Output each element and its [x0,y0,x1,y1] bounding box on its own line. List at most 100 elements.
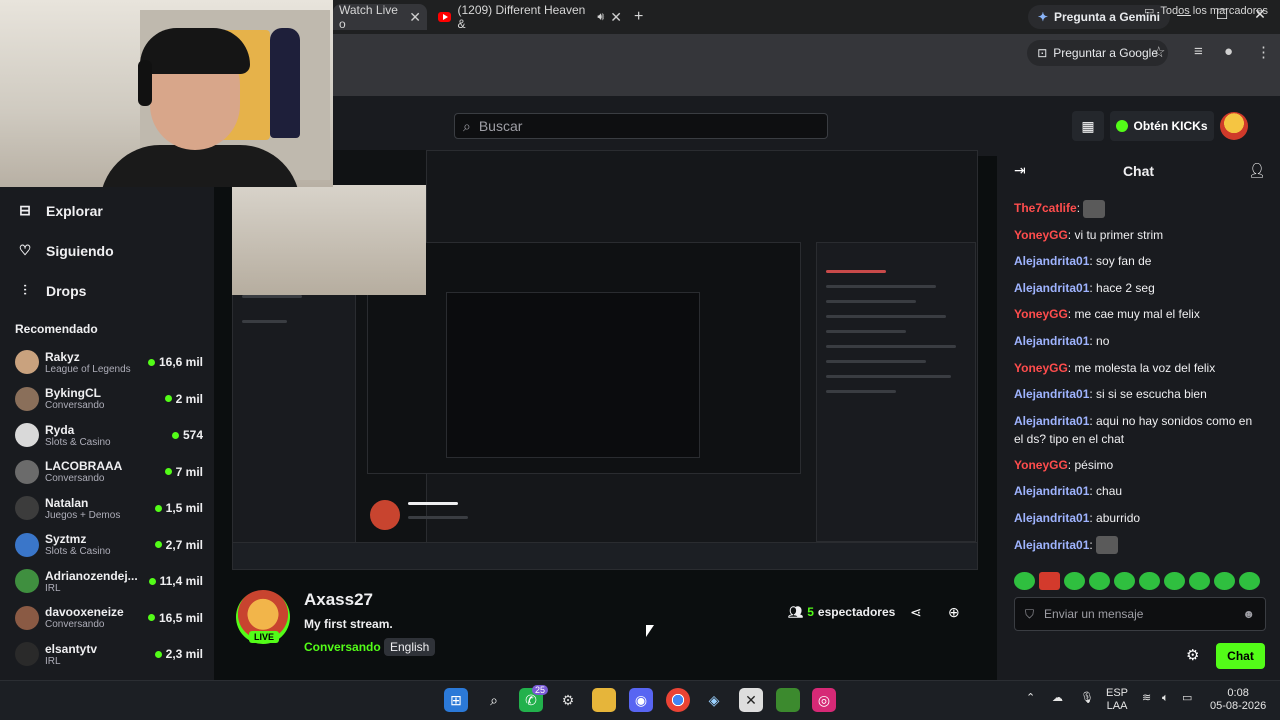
gear-icon[interactable]: ⚙ [1186,646,1199,664]
minecraft-icon[interactable] [776,688,800,712]
all-bookmarks[interactable]: ▭ Todos los marcadores [1143,4,1268,18]
close-icon[interactable]: ✕ [610,9,622,26]
chat-message: YoneyGG: me cae muy mal el felix [1014,305,1264,323]
user-avatar[interactable] [1220,112,1248,140]
steam-icon[interactable]: ◈ [702,688,726,712]
battery-icon[interactable]: ▭ [1182,692,1192,705]
media-icon[interactable]: ≡ [1194,43,1203,60]
emote-icon[interactable] [1114,572,1135,590]
windows-start-icon[interactable]: ⊞ [444,688,468,712]
recommended-channel[interactable]: elsantytv IRL 2,3 mil [15,636,203,672]
tab-youtube[interactable]: (1209) Different Heaven & 🔊︎ ✕ [432,3,628,31]
profile-icon[interactable]: ● [1224,43,1233,60]
settings-icon[interactable]: ⚙ [556,688,580,712]
chat-text: hace 2 seg [1096,280,1155,295]
volume-icon[interactable]: 🔈︎ [1162,692,1169,705]
chat-username[interactable]: YoneyGG [1014,458,1068,472]
recommended-channel[interactable]: Rakyz League of Legends 16,6 mil [15,344,203,380]
speaker-icon[interactable]: 🔊︎ [597,11,604,24]
onedrive-icon[interactable]: ☁ [1052,692,1063,705]
channel-category: League of Legends [45,363,131,375]
language-indicator[interactable]: ESP LAA [1106,687,1128,713]
send-chat-button[interactable]: Chat [1216,643,1265,669]
channel-name: Adrianozendej... [45,568,138,583]
chat-username[interactable]: Alejandrita01 [1014,484,1089,498]
chat-username[interactable]: Alejandrita01 [1014,511,1089,525]
microphone-icon[interactable]: 🎙︎ [1080,692,1094,705]
recommended-channel[interactable]: Adrianozendej... IRL 11,4 mil [15,563,203,599]
emote-icon[interactable] [1089,572,1110,590]
channel-viewers-number: 574 [182,428,203,442]
chat-username[interactable]: Alejandrita01 [1014,387,1089,401]
chat-username[interactable]: Alejandrita01 [1014,254,1089,268]
follow-icon[interactable]: ⊕ [948,604,960,621]
channel-name: Syztmz [45,532,87,546]
get-kicks-button[interactable]: Obtén KICKs [1110,111,1214,141]
wifi-icon[interactable]: ≋ [1142,692,1151,705]
sidebar-item-explorar[interactable]: ⊟ Explorar [18,202,103,219]
channel-name: davooxeneize [45,605,124,619]
chat-username[interactable]: Alejandrita01 [1014,414,1089,428]
search-icon[interactable]: ⌕ [482,688,506,712]
gift-button[interactable]: ▦ [1072,111,1104,141]
channel-viewers: 11,4 mil [148,574,203,588]
chrome-icon[interactable] [666,688,690,712]
star-icon[interactable]: ☆ [1152,43,1165,61]
emote-icon[interactable] [1189,572,1210,590]
chevron-up-icon[interactable]: ⌃ [1026,692,1035,705]
chat-users-icon[interactable]: 👤︎ [1248,162,1266,179]
video-player[interactable] [232,150,978,570]
clock[interactable]: 0:08 05-08-2026 [1210,687,1266,713]
file-explorer-icon[interactable] [592,688,616,712]
chat-username[interactable]: Alejandrita01 [1014,281,1089,295]
tab-kick[interactable]: Watch Live o ✕ [333,3,427,31]
new-tab-button[interactable]: + [634,8,643,26]
channel-avatar [15,386,39,411]
emote-icon [1096,536,1119,555]
close-icon[interactable]: ✕ [409,9,421,26]
channel-viewers: 2 mil [164,392,203,406]
recommended-channel[interactable]: Natalan Juegos + Demos 1,5 mil [15,490,203,526]
emote-icon[interactable] [1214,572,1235,590]
recommended-channel[interactable]: Syztmz Slots & Casino 2,7 mil [15,527,203,563]
channel-text: davooxeneize Conversando [45,605,148,630]
emote-icon[interactable] [1014,572,1035,590]
chat-username[interactable]: YoneyGG [1014,228,1068,242]
language-tag[interactable]: English [384,638,436,656]
sidebar-item-drops[interactable]: ⫶ Drops [18,282,86,299]
recommended-channel[interactable]: LACOBRAAA Conversando 7 mil [15,454,203,490]
discord-icon[interactable]: ◉ [629,688,653,712]
collapse-chat-icon[interactable]: ⇥ [1014,162,1026,179]
emote-icon[interactable] [1239,572,1260,590]
clock-time: 0:08 [1227,687,1249,699]
emote-icon[interactable] [1039,572,1060,590]
emote-icon[interactable] [1064,572,1085,590]
streamer-name[interactable]: Axass27 [304,590,373,610]
recommended-channel[interactable]: davooxeneize Conversando 16,5 mil [15,600,203,636]
chat-username[interactable]: YoneyGG [1014,361,1068,375]
emoji-icon[interactable]: ☻ [1242,607,1255,621]
instagram-icon[interactable]: ◎ [812,688,836,712]
chat-input[interactable]: ⛉ Enviar un mensaje ☻ [1014,597,1266,631]
chat-username[interactable]: Alejandrita01 [1014,538,1089,552]
folder-icon: ▭ [1143,5,1155,17]
emote-icon[interactable] [1164,572,1185,590]
heart-icon: ♡ [18,242,32,258]
chat-username[interactable]: Alejandrita01 [1014,334,1089,348]
recommended-channel[interactable]: Ryda Slots & Casino 574 [15,417,203,453]
ask-google-button[interactable]: ⊡ Preguntar a Google [1027,40,1168,66]
stream-category[interactable]: Conversando [304,640,381,654]
menu-icon[interactable]: ⋮ [1256,43,1271,61]
emote-icon[interactable] [1139,572,1160,590]
share-icon[interactable]: ⋖ [910,604,922,621]
chat-message: Alejandrita01: aburrido [1014,509,1264,527]
search-input[interactable]: ⌕ Buscar [454,113,828,139]
chat-username[interactable]: The7catlife [1014,201,1077,215]
chat-username[interactable]: YoneyGG [1014,307,1068,321]
recommended-channel[interactable]: BykingCL Conversando 2 mil [15,381,203,417]
nested-nav-line [242,320,287,323]
capcut-icon[interactable]: ✕ [739,688,763,712]
channel-category: Conversando [45,619,105,630]
chat-text: chau [1096,484,1123,499]
sidebar-item-siguiendo[interactable]: ♡ Siguiendo [18,242,114,259]
